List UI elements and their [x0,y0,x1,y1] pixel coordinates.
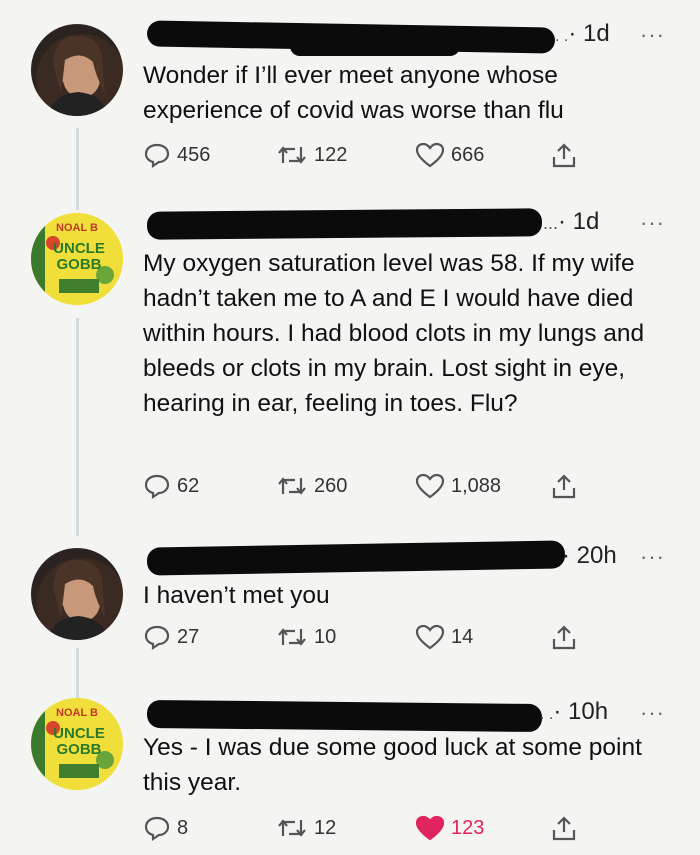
avatar[interactable]: NOAL B UNCLE GOBB [31,213,123,305]
retweet-icon [278,819,306,837]
retweet-button[interactable]: 122 [276,141,347,169]
tweet-actions: 456 122 666 [143,141,643,175]
like-count: 1,088 [451,474,502,497]
more-icon[interactable]: ··· [640,210,665,236]
retweet-button[interactable]: 260 [276,472,347,500]
book-author: NOAL B [56,222,98,234]
tweet-text: I haven’t met you [143,582,330,609]
like-count: 123 [451,816,485,839]
reply-icon [144,625,170,651]
retweet-count: 122 [314,143,348,166]
retweet-count: 12 [314,816,337,839]
avatar[interactable]: NOAL B UNCLE GOBB [31,698,123,790]
reply-button[interactable]: 8 [143,814,188,842]
retweet-count: 260 [314,474,348,497]
timestamp[interactable]: ...· 1d [543,208,599,236]
like-icon [415,473,445,499]
share-icon [552,816,576,841]
more-icon[interactable]: ··· [640,700,665,726]
share-button[interactable] [551,472,577,500]
share-icon [552,625,576,650]
retweet-count: 10 [314,625,337,648]
tweet-actions: 62 260 1,088 [143,472,643,506]
tweet-actions: 27 10 14 [143,623,643,657]
reply-icon [144,816,170,842]
redacted-username [146,540,566,576]
book-author: NOAL B [56,707,98,719]
redacted-username [146,208,543,240]
like-count: 14 [451,625,474,648]
reply-count: 62 [177,474,200,497]
book-title-line1: UNCLE [53,240,105,257]
timestamp[interactable]: . .· 10h [540,698,608,726]
like-button[interactable]: 14 [415,623,473,651]
share-button[interactable] [551,814,577,842]
share-button[interactable] [551,623,577,651]
like-count: 666 [451,143,485,166]
like-icon [415,624,445,650]
share-icon [552,143,576,168]
retweet-button[interactable]: 12 [276,814,336,842]
timestamp[interactable]: · 20h [562,542,617,570]
reply-count: 456 [177,143,211,166]
like-button[interactable]: 1,088 [415,472,501,500]
tweet[interactable]: NOAL B UNCLE GOBB ...· 1d ··· My oxygen … [0,198,700,528]
avatar[interactable] [31,24,123,116]
like-button[interactable]: 666 [415,141,484,169]
reply-button[interactable]: 456 [143,141,210,169]
tweet[interactable]: . .· 1d ··· Wonder if I’ll ever meet any… [0,0,700,190]
tweet-text: Wonder if I’ll ever meet anyone whose ex… [143,62,564,124]
reply-icon [144,474,170,500]
tweet-text: My oxygen saturation level was 58. If my… [143,250,645,417]
retweet-button[interactable]: 10 [276,623,336,651]
book-title-line1: UNCLE [53,725,105,742]
like-icon [415,142,445,168]
retweet-icon [278,628,306,646]
redacted-username [290,36,460,56]
reply-button[interactable]: 62 [143,472,199,500]
reply-button[interactable]: 27 [143,623,199,651]
tweet[interactable]: NOAL B UNCLE GOBB . .· 10h ··· Yes - I w… [0,690,700,855]
reply-count: 8 [177,816,189,839]
retweet-icon [278,146,306,164]
share-icon [552,474,576,499]
like-icon [415,815,445,841]
tweet-actions: 8 12 123 [143,814,643,848]
more-icon[interactable]: ··· [640,544,665,570]
redacted-username [146,699,543,733]
avatar[interactable] [31,548,123,640]
book-title-line2: GOBB [57,256,102,273]
more-icon[interactable]: ··· [640,22,665,48]
timestamp[interactable]: . .· 1d [555,20,610,48]
book-title-line2: GOBB [57,741,102,758]
retweet-icon [278,477,306,495]
tweet[interactable]: · 20h ··· I haven’t met you 27 10 14 [0,530,700,680]
tweet-text: Yes - I was due some good luck at some p… [143,734,642,796]
like-button[interactable]: 123 [415,814,484,842]
reply-icon [144,143,170,169]
share-button[interactable] [551,141,577,169]
reply-count: 27 [177,625,200,648]
